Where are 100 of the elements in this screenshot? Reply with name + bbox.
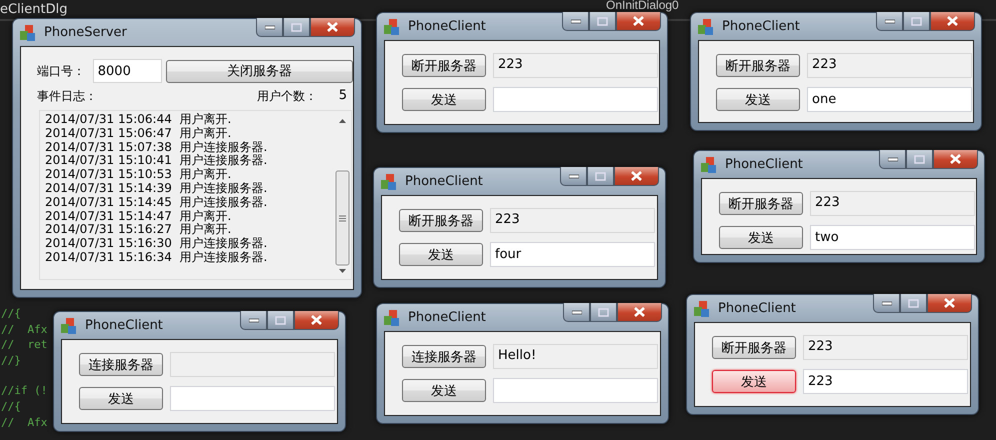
field-label: 端口号：	[37, 62, 86, 80]
server-toggle-button[interactable]: 连接服务器	[79, 353, 163, 376]
close-button[interactable]	[933, 150, 978, 169]
message-input[interactable]	[493, 87, 658, 112]
close-icon	[632, 16, 645, 26]
minimize-button[interactable]	[562, 12, 589, 31]
maximize-button[interactable]	[283, 18, 310, 37]
message-input[interactable]: 223	[803, 369, 968, 394]
send-button[interactable]: 发送	[402, 88, 486, 111]
close-icon	[310, 315, 323, 325]
send-button[interactable]: 发送	[716, 88, 800, 111]
received-field: 223	[807, 53, 972, 78]
server-toggle-button[interactable]: 连接服务器	[402, 345, 486, 368]
close-button[interactable]	[927, 294, 972, 313]
stop-server-button[interactable]: 关闭服务器	[166, 60, 353, 82]
window-title: PhoneServer	[44, 25, 127, 40]
send-button[interactable]: 发送	[719, 226, 803, 249]
send-button[interactable]: 发送	[79, 387, 163, 410]
close-icon	[326, 22, 339, 32]
minimize-icon	[888, 156, 898, 162]
window-title: PhoneClient	[405, 174, 483, 189]
received-field: Hello!	[493, 344, 658, 369]
message-input[interactable]: four	[490, 242, 655, 267]
minimize-button[interactable]	[560, 167, 587, 186]
editor-tab[interactable]: eClientDlg	[0, 0, 68, 19]
close-icon	[949, 154, 962, 164]
log-entry: 2014/07/31 15:07:38 用户连接服务器.	[45, 140, 268, 154]
code-line: // Afx	[1, 322, 48, 336]
close-button[interactable]	[294, 311, 339, 330]
maximize-button[interactable]	[267, 311, 294, 330]
close-icon	[943, 298, 956, 308]
minimize-button[interactable]	[873, 294, 900, 313]
message-input[interactable]	[493, 378, 658, 403]
log-entry: 2014/07/31 15:10:41 用户连接服务器.	[45, 153, 268, 168]
server-toggle-button[interactable]: 断开服务器	[399, 209, 483, 232]
app-icon	[693, 300, 711, 318]
minimize-button[interactable]	[240, 311, 267, 330]
log-entry: 2014/07/31 15:06:44 用户离开.	[45, 112, 232, 126]
app-icon	[383, 18, 401, 36]
app-icon	[60, 316, 78, 334]
close-button[interactable]	[930, 12, 975, 31]
maximize-icon	[291, 22, 302, 32]
minimize-button[interactable]	[879, 150, 906, 169]
minimize-icon	[572, 309, 582, 315]
maximize-button[interactable]	[589, 12, 616, 31]
message-input[interactable]: one	[807, 87, 972, 112]
send-button[interactable]: 发送	[399, 243, 483, 266]
user-count-label: 用户个数：	[257, 88, 317, 105]
close-button[interactable]	[617, 303, 662, 322]
maximize-button[interactable]	[903, 12, 930, 31]
message-input[interactable]	[170, 386, 335, 411]
maximize-button[interactable]	[906, 150, 933, 169]
minimize-button[interactable]	[563, 303, 590, 322]
close-icon	[633, 307, 646, 317]
window-title: PhoneClient	[408, 19, 486, 34]
server-toggle-button[interactable]: 断开服务器	[716, 54, 800, 77]
window-title: PhoneClient	[408, 310, 486, 325]
window-title: PhoneClient	[725, 157, 803, 172]
window-title: PhoneClient	[722, 19, 800, 34]
code-line: // Afx	[1, 416, 48, 429]
message-input[interactable]: two	[810, 225, 975, 250]
maximize-button[interactable]	[590, 303, 617, 322]
received-field: 223	[490, 208, 655, 233]
app-icon	[380, 172, 398, 190]
code-line: //}	[1, 354, 21, 367]
code-line: //{	[1, 400, 21, 413]
window-title: PhoneClient	[85, 318, 163, 333]
member-dropdown[interactable]: OnInitDialog0	[606, 0, 679, 11]
event-log-list[interactable]	[39, 110, 352, 280]
port-field[interactable]: 8000	[92, 59, 162, 83]
close-button[interactable]	[614, 167, 659, 186]
maximize-icon	[598, 308, 609, 316]
code-line: //if (!	[1, 384, 48, 398]
log-entry: 2014/07/31 15:14:39 用户连接服务器.	[45, 180, 268, 195]
minimize-icon	[264, 24, 274, 30]
maximize-icon	[597, 16, 608, 26]
app-icon	[19, 24, 37, 42]
app-icon	[383, 308, 401, 326]
minimize-icon	[882, 300, 892, 306]
log-entry: 2014/07/31 15:16:30 用户连接服务器.	[45, 236, 268, 250]
minimize-button[interactable]	[876, 12, 903, 31]
log-label: 事件日志：	[37, 88, 97, 105]
close-button[interactable]	[310, 18, 355, 37]
close-button[interactable]	[616, 12, 661, 31]
log-entry: 2014/07/31 15:14:45 用户连接服务器.	[45, 194, 268, 209]
log-entry: 2014/07/31 15:10:53 用户离开.	[45, 167, 232, 182]
server-toggle-button[interactable]: 断开服务器	[712, 336, 796, 359]
server-toggle-button[interactable]: 断开服务器	[719, 192, 803, 215]
code-line: //{	[1, 307, 21, 320]
minimize-button[interactable]	[256, 18, 283, 37]
window-title: PhoneClient	[718, 301, 796, 316]
send-button[interactable]: 发送	[712, 370, 796, 393]
send-button[interactable]: 发送	[402, 379, 486, 402]
maximize-icon	[914, 154, 925, 164]
maximize-button[interactable]	[587, 167, 614, 186]
received-field: 223	[493, 53, 658, 78]
server-toggle-button[interactable]: 断开服务器	[402, 54, 486, 77]
maximize-icon	[275, 316, 286, 324]
maximize-button[interactable]	[900, 294, 927, 313]
maximize-icon	[908, 298, 919, 308]
